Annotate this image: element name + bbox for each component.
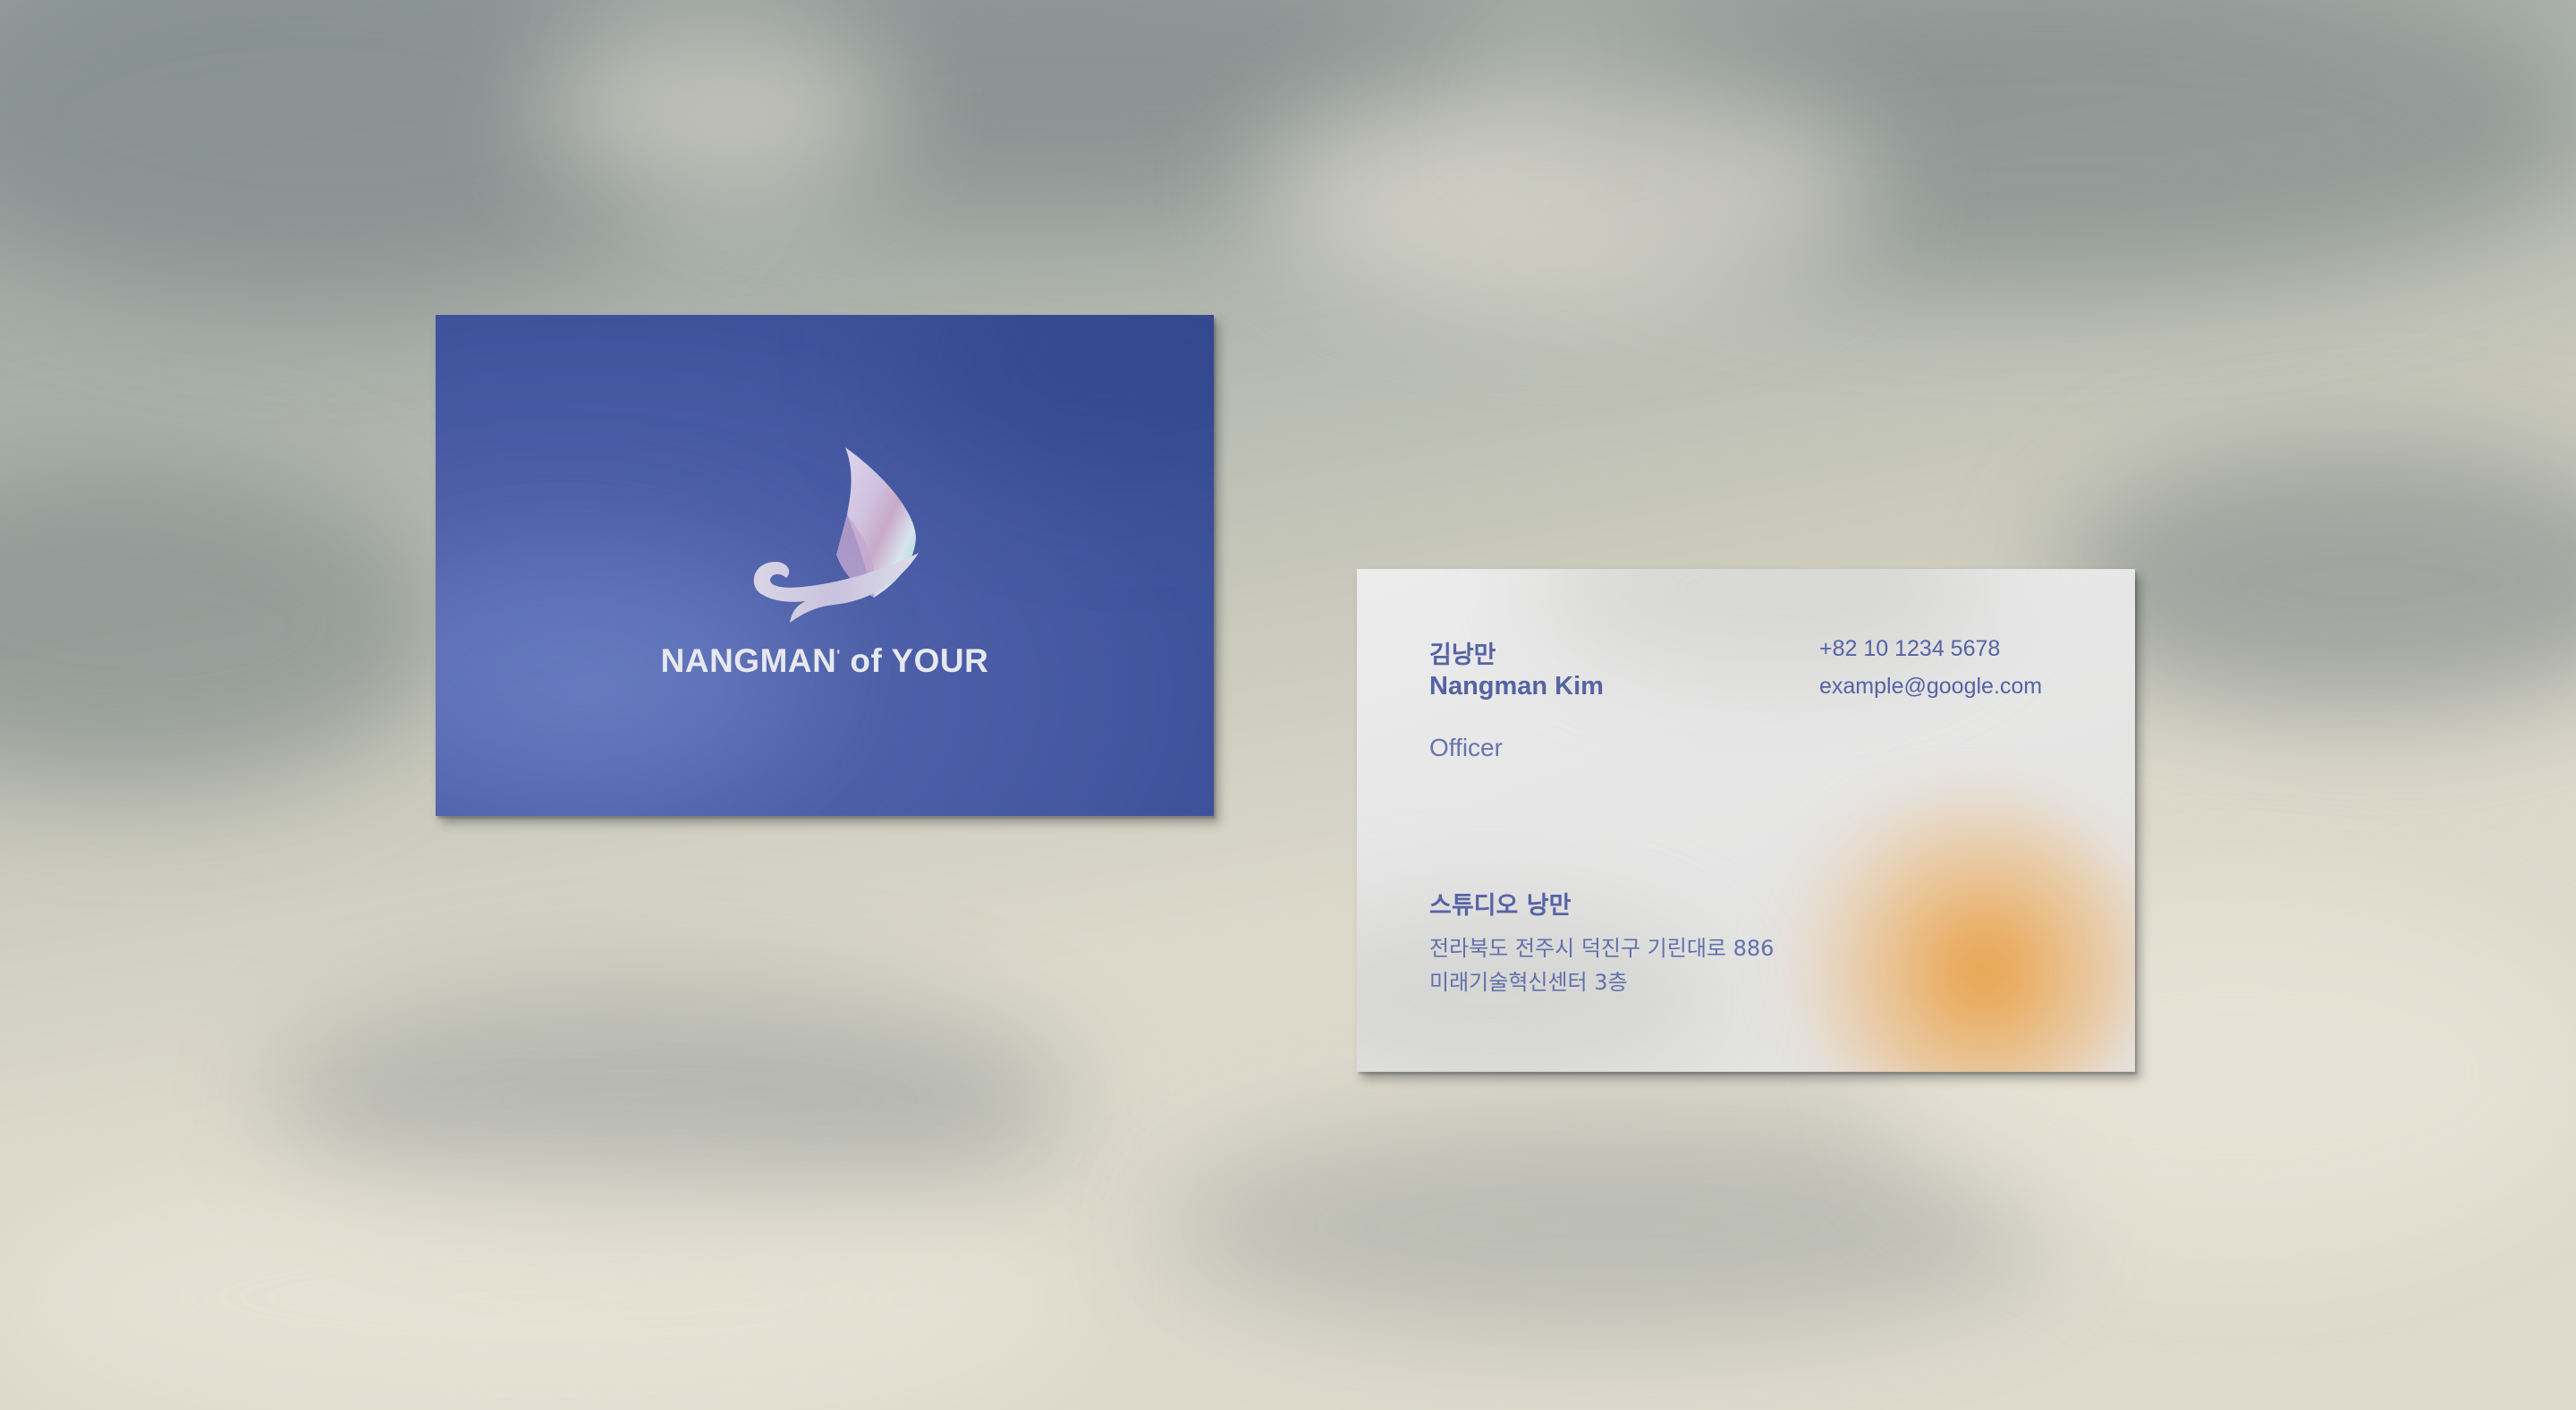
light-blob	[537, 18, 894, 197]
light-blob	[0, 1163, 1073, 1410]
email-address: example@google.com	[1819, 674, 2043, 699]
company-name: 스튜디오 낭만	[1429, 892, 1572, 920]
phone-number: +82 10 1234 5678	[1819, 636, 2001, 661]
sailboat-logo-icon	[753, 447, 919, 623]
brand-wordmark: NANGMAN' of YOUR	[436, 642, 1214, 680]
brand-name-text: NANGMAN	[660, 642, 837, 679]
business-card-back: 김낭만 Nangman Kim Officer +82 10 1234 5678…	[1357, 569, 2135, 1072]
name-korean: 김낭만	[1429, 641, 1496, 669]
address-line-2: 미래기술혁신센터 3층	[1429, 970, 1628, 995]
shadow-blob	[0, 465, 447, 787]
name-english: Nangman Kim	[1429, 672, 1604, 701]
brand-suffix-text: of YOUR	[840, 642, 989, 679]
address-line-1: 전라북도 전주시 덕진구 기린대로 886	[1429, 936, 1775, 961]
business-card-front: NANGMAN' of YOUR	[436, 315, 1214, 816]
light-blob	[1252, 72, 1878, 304]
orange-glow	[1777, 784, 2135, 1072]
background-scene: NANGMAN' of YOUR 김낭만 Nangman Kim Officer…	[0, 0, 2576, 1410]
shadow-blob	[2057, 447, 2576, 716]
card-sheen	[901, 315, 1214, 476]
job-title: Officer	[1429, 734, 1503, 761]
